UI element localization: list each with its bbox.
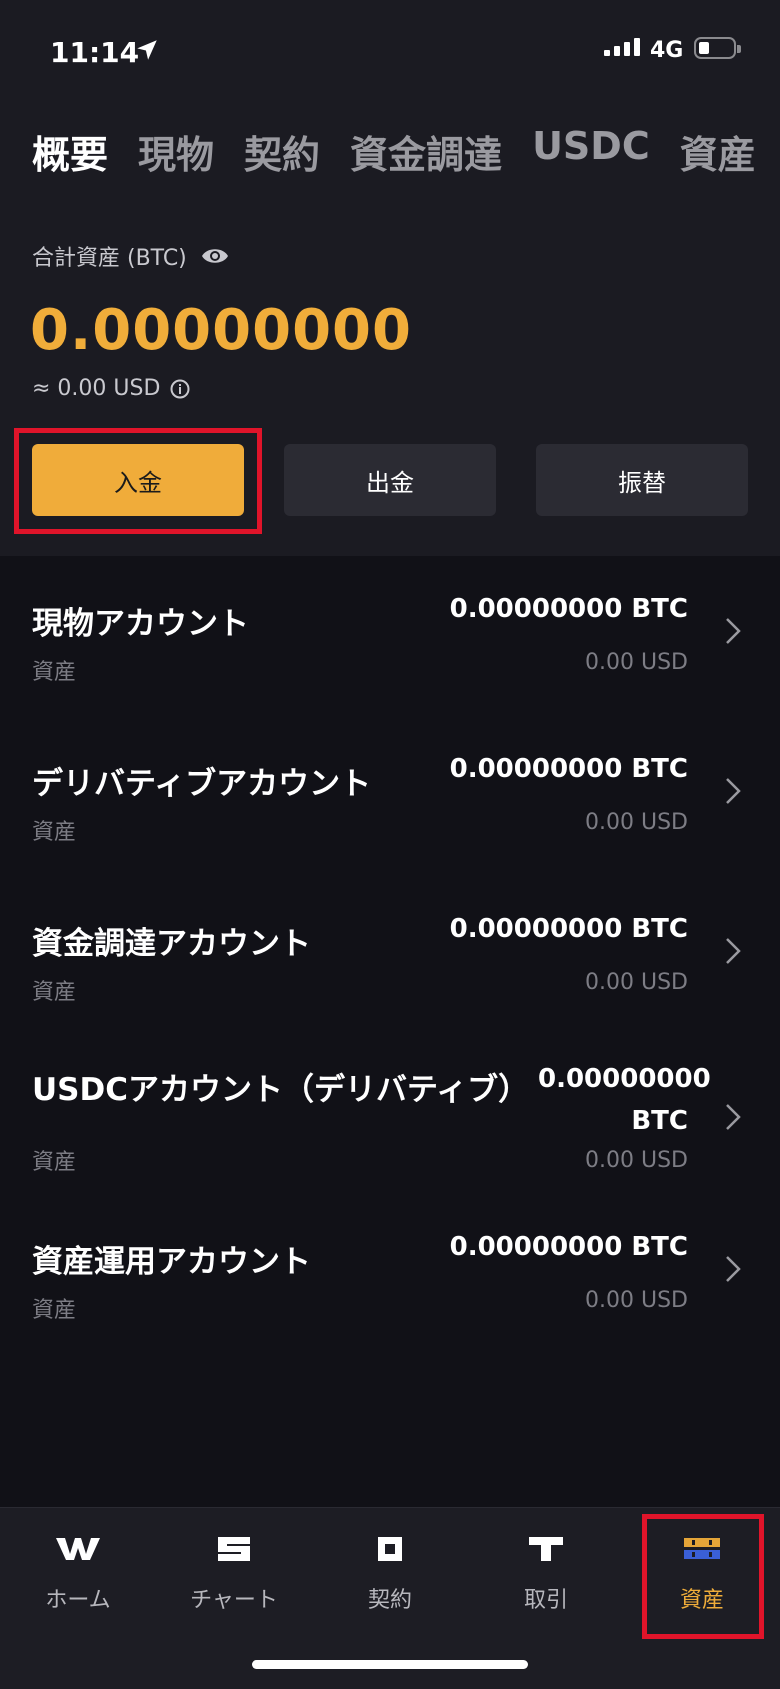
status-bar: 11:14 4G (0, 0, 780, 100)
account-usd: 0.00 USD (585, 810, 688, 835)
nav-trade[interactable]: 取引 (468, 1508, 624, 1628)
transfer-button[interactable]: 振替 (536, 444, 748, 516)
w-logo-icon (56, 1538, 100, 1560)
total-assets-label: 合計資産 (BTC) (32, 240, 229, 272)
deposit-highlight-box (14, 428, 262, 534)
account-name: USDCアカウント（デリバティブ） (32, 1072, 530, 1108)
account-row-earn[interactable]: 資産運用アカウント 資産 0.00000000 BTC 0.00 USD (0, 1232, 780, 1386)
account-name: 現物アカウント (32, 606, 249, 642)
chevron-right-icon (726, 938, 741, 964)
assets-nav-highlight-box (642, 1514, 764, 1639)
chevron-right-icon (726, 778, 741, 804)
account-row-funding[interactable]: 資金調達アカウント 資産 0.00000000 BTC 0.00 USD (0, 914, 780, 1068)
chevron-right-icon (726, 1104, 741, 1130)
info-icon[interactable] (170, 379, 190, 399)
approx-usd: ≈ 0.00 USD (32, 376, 161, 401)
chevron-right-icon (726, 1256, 741, 1282)
t-logo-icon (529, 1537, 563, 1561)
account-row-spot[interactable]: 現物アカウント 資産 0.00000000 BTC 0.00 USD (0, 594, 780, 748)
account-btc: 0.00000000 BTC (449, 1232, 688, 1262)
home-indicator[interactable] (252, 1660, 528, 1669)
withdraw-button[interactable]: 出金 (284, 444, 496, 516)
account-sub: 資産 (32, 980, 77, 1005)
account-usd: 0.00 USD (585, 1288, 688, 1313)
nav-contract[interactable]: 契約 (312, 1508, 468, 1628)
status-time: 11:14 (50, 36, 140, 69)
account-sub: 資産 (32, 1150, 77, 1175)
nav-chart[interactable]: チャート (156, 1508, 312, 1628)
asset-tabs: 概要 現物 契約 資金調達 USDC 資産 (32, 124, 756, 179)
account-usd: 0.00 USD (585, 970, 688, 995)
tab-funding[interactable]: 資金調達 (350, 124, 502, 179)
tab-spot[interactable]: 現物 (138, 124, 214, 179)
tab-contract[interactable]: 契約 (244, 124, 320, 179)
nav-home[interactable]: ホーム (0, 1508, 156, 1628)
account-sub: 資産 (32, 1298, 77, 1323)
account-btc: 0.00000000 BTC (538, 1064, 711, 1136)
nav-home-label: ホーム (45, 1588, 111, 1613)
tab-assets[interactable]: 資産 (680, 124, 756, 179)
location-arrow-icon (137, 40, 157, 60)
cellular-signal-icon (604, 38, 640, 56)
total-assets-text: 合計資産 (BTC) (32, 246, 187, 271)
tab-overview[interactable]: 概要 (32, 124, 108, 179)
chevron-right-icon (726, 618, 741, 644)
account-usd: 0.00 USD (585, 650, 688, 675)
battery-icon (694, 37, 741, 59)
nav-contract-label: 契約 (367, 1588, 412, 1613)
tab-usdc[interactable]: USDC (532, 124, 650, 179)
approx-usd-row: ≈ 0.00 USD (32, 376, 190, 401)
account-row-usdc[interactable]: USDCアカウント（デリバティブ） 資産 0.00000000 BTC 0.00… (0, 1064, 780, 1234)
account-name: デリバティブアカウント (32, 766, 372, 802)
account-row-derivatives[interactable]: デリバティブアカウント 資産 0.00000000 BTC 0.00 USD (0, 754, 780, 908)
account-btc: 0.00000000 BTC (449, 594, 688, 624)
nav-chart-label: チャート (190, 1588, 278, 1613)
total-balance: 0.00000000 (30, 298, 412, 363)
network-type: 4G (650, 38, 684, 63)
account-usd: 0.00 USD (585, 1148, 688, 1173)
square-logo-icon (378, 1537, 402, 1561)
s-logo-icon (218, 1537, 250, 1561)
eye-icon[interactable] (201, 246, 229, 266)
account-sub: 資産 (32, 660, 77, 685)
account-name: 資金調達アカウント (32, 926, 311, 962)
account-name: 資産運用アカウント (32, 1244, 311, 1280)
account-sub: 資産 (32, 820, 77, 845)
account-btc: 0.00000000 BTC (449, 754, 688, 784)
account-btc: 0.00000000 BTC (449, 914, 688, 944)
nav-trade-label: 取引 (523, 1588, 568, 1613)
